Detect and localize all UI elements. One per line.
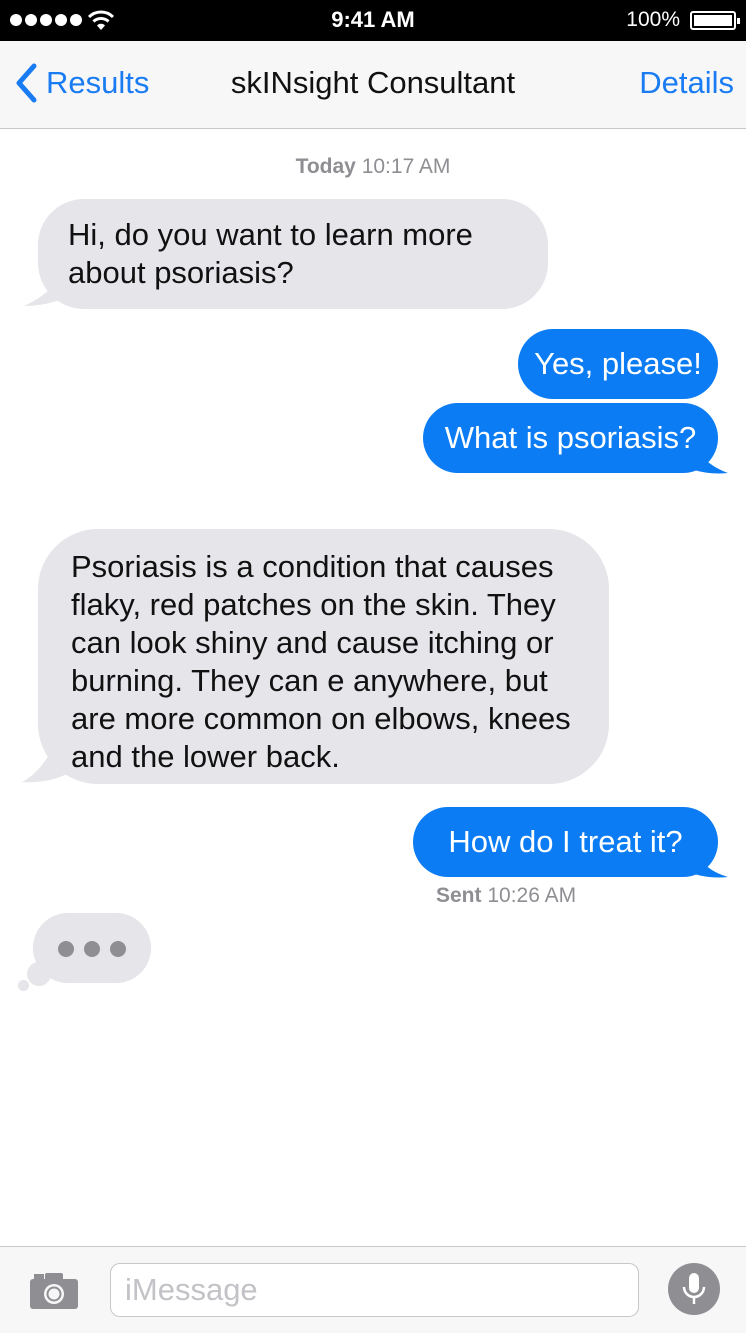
typing-dot: [84, 941, 100, 957]
outgoing-message-bubble: Yes, please!: [518, 329, 718, 399]
incoming-message-bubble: Hi, do you want to learn more about psor…: [38, 199, 548, 309]
camera-icon[interactable]: [28, 1271, 80, 1311]
typing-indicator-tail: [18, 980, 29, 991]
typing-dot: [58, 941, 74, 957]
message-input-bar: [0, 1246, 746, 1333]
typing-dot: [110, 941, 126, 957]
incoming-message-bubble: Psoriasis is a condition that causes fla…: [38, 529, 609, 784]
outgoing-message-bubble: How do I treat it?: [413, 807, 718, 877]
imessage-input[interactable]: [110, 1263, 639, 1317]
outgoing-message-bubble: What is psoriasis?: [423, 403, 718, 473]
receipt-time: 10:26 AM: [487, 884, 577, 907]
microphone-icon: [682, 1273, 706, 1304]
receipt-label: Sent: [436, 884, 482, 907]
microphone-button[interactable]: [668, 1263, 720, 1315]
typing-indicator: [33, 913, 151, 983]
